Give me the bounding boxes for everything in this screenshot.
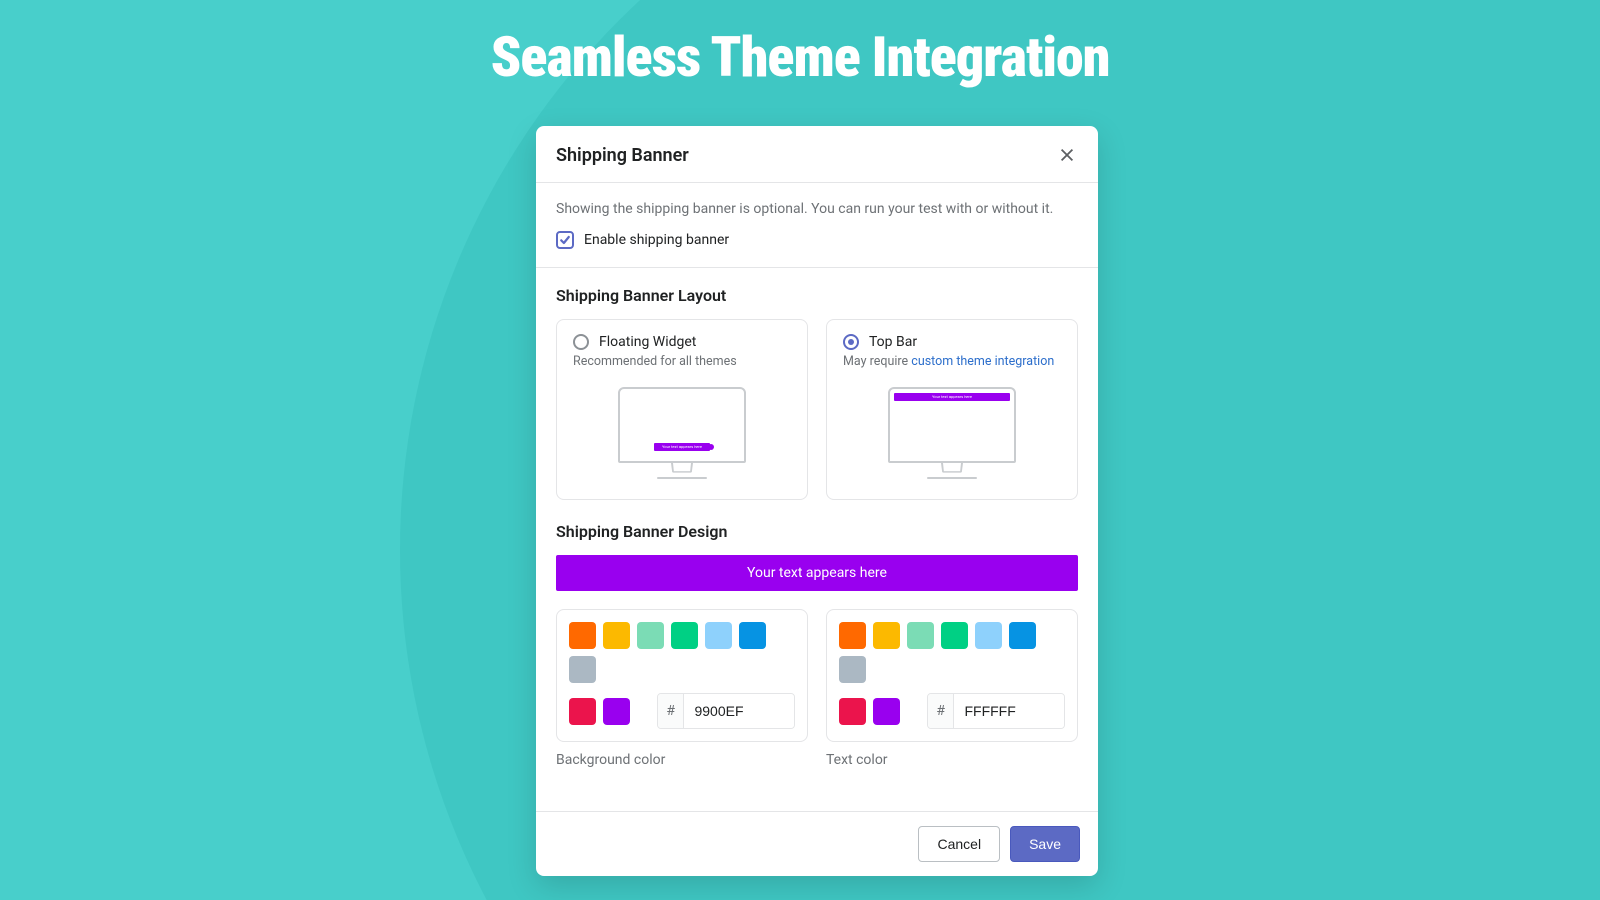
color-swatch[interactable] — [603, 622, 630, 649]
modal-title: Shipping Banner — [556, 145, 689, 166]
monitor-preview-topbar: Your text appears here — [843, 387, 1061, 479]
radio-icon[interactable] — [573, 334, 589, 350]
save-button[interactable]: Save — [1010, 826, 1080, 862]
shipping-banner-modal: Shipping Banner Showing the shipping ban… — [536, 126, 1098, 876]
radio-label-floating: Floating Widget — [599, 334, 696, 350]
design-preview-banner: Your text appears here — [556, 555, 1078, 591]
layout-option-topbar[interactable]: Top Bar May require custom theme integra… — [826, 319, 1078, 500]
color-swatch[interactable] — [569, 698, 596, 725]
layout-section-title: Shipping Banner Layout — [556, 286, 1078, 305]
color-swatch[interactable] — [839, 622, 866, 649]
modal-body: Showing the shipping banner is optional.… — [536, 183, 1098, 811]
text-color-label: Text color — [826, 752, 1078, 768]
hash-icon: # — [928, 694, 954, 728]
enable-checkbox-row[interactable]: Enable shipping banner — [556, 231, 1078, 249]
text-hex-input[interactable] — [954, 694, 1064, 728]
monitor-preview-floating: Your text appears here — [573, 387, 791, 479]
color-swatch[interactable] — [671, 622, 698, 649]
color-swatch[interactable] — [603, 698, 630, 725]
color-swatch[interactable] — [941, 622, 968, 649]
text-hex-input-group: # — [927, 693, 1065, 729]
radio-icon[interactable] — [843, 334, 859, 350]
color-swatch[interactable] — [873, 622, 900, 649]
enable-checkbox-label: Enable shipping banner — [584, 232, 729, 248]
hash-icon: # — [658, 694, 684, 728]
modal-footer: Cancel Save — [536, 811, 1098, 876]
color-swatch[interactable] — [907, 622, 934, 649]
color-swatch[interactable] — [975, 622, 1002, 649]
color-swatch[interactable] — [739, 622, 766, 649]
color-swatch[interactable] — [569, 622, 596, 649]
modal-header: Shipping Banner — [536, 126, 1098, 183]
cancel-button[interactable]: Cancel — [918, 826, 1000, 862]
color-swatch[interactable] — [839, 698, 866, 725]
color-swatch[interactable] — [839, 656, 866, 683]
layout-option-floating[interactable]: Floating Widget Recommended for all them… — [556, 319, 808, 500]
color-swatch[interactable] — [873, 698, 900, 725]
page-headline: Seamless Theme Integration — [0, 24, 1600, 90]
modal-description: Showing the shipping banner is optional.… — [556, 201, 1078, 217]
bg-color-label: Background color — [556, 752, 808, 768]
layout-hint-topbar: May require custom theme integration — [843, 354, 1061, 369]
radio-label-topbar: Top Bar — [869, 334, 917, 350]
close-icon[interactable] — [1056, 144, 1078, 166]
bg-hex-input[interactable] — [684, 694, 794, 728]
text-color-picker: # — [826, 609, 1078, 742]
checkbox-icon[interactable] — [556, 231, 574, 249]
color-swatch[interactable] — [637, 622, 664, 649]
text-swatch-row1 — [839, 622, 1065, 683]
custom-theme-link[interactable]: custom theme integration — [911, 354, 1054, 369]
color-swatch[interactable] — [569, 656, 596, 683]
background-color-picker: # — [556, 609, 808, 742]
bg-hex-input-group: # — [657, 693, 795, 729]
design-section-title: Shipping Banner Design — [556, 522, 1078, 541]
color-swatch[interactable] — [1009, 622, 1036, 649]
color-swatch[interactable] — [705, 622, 732, 649]
bg-swatch-row1 — [569, 622, 795, 683]
layout-hint-floating: Recommended for all themes — [573, 354, 791, 369]
